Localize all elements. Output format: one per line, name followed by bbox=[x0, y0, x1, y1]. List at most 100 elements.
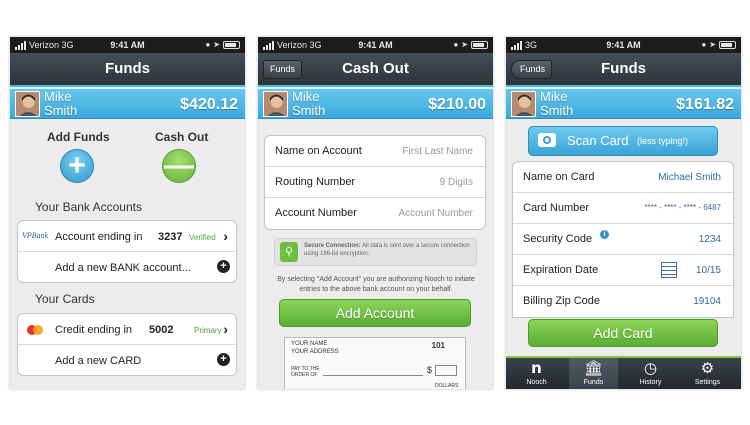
balance: $210.00 bbox=[428, 96, 486, 113]
name-on-card-field[interactable]: Name on Card Michael Smith bbox=[513, 162, 733, 193]
billing-zip-input[interactable]: 19104 bbox=[693, 296, 721, 307]
mastercard-icon bbox=[27, 325, 43, 335]
minus-icon: — bbox=[164, 149, 194, 182]
add-funds-button[interactable]: + bbox=[60, 149, 94, 183]
routing-number-input[interactable]: 9 Digits bbox=[440, 177, 473, 188]
page-title: Funds bbox=[105, 60, 150, 77]
user-bar: Mike Smith $161.82 bbox=[506, 89, 741, 119]
name-on-account-input[interactable]: First Last Name bbox=[402, 146, 473, 157]
bank-accounts-heading: Your Bank Accounts bbox=[35, 200, 142, 214]
billing-zip-field[interactable]: Billing Zip Code 19104 bbox=[513, 286, 733, 317]
status-bar: 3G 9:41 AM ● ➤ bbox=[506, 37, 741, 53]
page-title: Cash Out bbox=[342, 60, 409, 77]
scan-card-label: Scan Card bbox=[567, 133, 629, 148]
account-number-field[interactable]: Account Number Account Number bbox=[265, 198, 485, 229]
user-bar: Mike Smith $210.00 bbox=[258, 89, 493, 119]
expiration-date-input[interactable]: 10/15 bbox=[696, 265, 721, 276]
balance: $161.82 bbox=[676, 96, 734, 113]
bank-form: Name on Account First Last Name Routing N… bbox=[264, 135, 486, 230]
scan-card-button[interactable]: Scan Card (less typing!) bbox=[528, 126, 718, 156]
lock-icon: ⚲ bbox=[280, 242, 298, 262]
status-bar: Verizon 3G 9:41 AM ● ➤ bbox=[258, 37, 493, 53]
add-funds-label: Add Funds bbox=[47, 130, 110, 144]
check-name: YOUR NAME bbox=[291, 341, 328, 347]
routing-number-field[interactable]: Routing Number 9 Digits bbox=[265, 167, 485, 198]
tab-nooch[interactable]: n Nooch bbox=[512, 358, 561, 389]
avatar bbox=[15, 91, 40, 117]
chevron-right-icon: › bbox=[223, 228, 228, 244]
add-card-screen: 3G 9:41 AM ● ➤ Funds Funds Mike Smith $161… bbox=[506, 37, 741, 389]
lock-icon: ● bbox=[453, 40, 459, 49]
location-icon: ➤ bbox=[709, 40, 716, 49]
secure-connection-notice: ⚲ Secure Connection: All data is sent ov… bbox=[274, 238, 477, 266]
user-name: Mike Smith bbox=[44, 89, 78, 118]
battery-icon bbox=[223, 41, 240, 49]
security-code-input[interactable]: 1234 bbox=[699, 234, 721, 245]
cards-list: Credit ending in 5002 Primary › Add a ne… bbox=[17, 313, 237, 376]
add-account-button[interactable]: Add Account bbox=[279, 299, 471, 327]
back-button[interactable]: Funds bbox=[263, 60, 303, 79]
name-on-account-field[interactable]: Name on Account First Last Name bbox=[265, 136, 485, 167]
account-number: 3237 bbox=[158, 231, 183, 243]
funds-screen: Verizon 3G 9:41 AM ● ➤ Funds Mike Smith $4… bbox=[10, 37, 245, 389]
clock-icon: ◷ bbox=[643, 360, 658, 377]
lock-icon: ● bbox=[205, 40, 211, 49]
scan-card-hint: (less typing!) bbox=[637, 136, 689, 146]
account-number-input[interactable]: Account Number bbox=[399, 208, 473, 219]
authorization-text: By selecting "Add Account" you are autho… bbox=[277, 276, 475, 293]
avatar bbox=[263, 91, 288, 117]
check-number: 101 bbox=[431, 341, 445, 350]
bank-logo: VPBank bbox=[22, 231, 49, 240]
nooch-icon: n bbox=[531, 359, 542, 377]
status-bar: Verizon 3G 9:41 AM ● ➤ bbox=[10, 37, 245, 53]
check-pay-to: PAY TO THE ORDER OF bbox=[291, 366, 320, 378]
card-number-field[interactable]: Card Number **** - **** - **** - 6487 bbox=[513, 193, 733, 224]
avatar bbox=[511, 91, 536, 117]
cash-out-label: Cash Out bbox=[155, 130, 209, 144]
add-card-label: Add a new CARD bbox=[55, 355, 142, 367]
secure-title: Secure Connection: bbox=[304, 243, 361, 249]
location-icon: ➤ bbox=[461, 40, 468, 49]
credit-label: Credit ending in bbox=[55, 324, 133, 336]
add-circle-icon: + bbox=[217, 353, 230, 366]
security-code-field[interactable]: Security Code i 1234 bbox=[513, 224, 733, 255]
back-button[interactable]: Funds bbox=[511, 60, 553, 79]
check-dollar-sign: $ bbox=[427, 365, 433, 375]
bank-account-row[interactable]: VPBank Account ending in 3237 Verified › bbox=[18, 221, 236, 252]
add-card-row[interactable]: Add a new CARD + bbox=[18, 345, 236, 375]
nav-bar: Funds Cash Out bbox=[258, 53, 493, 87]
bank-icon: 🏛 bbox=[583, 360, 604, 377]
cash-out-screen: Verizon 3G 9:41 AM ● ➤ Funds Cash Out Mik… bbox=[258, 37, 493, 389]
plus-icon: + bbox=[68, 149, 86, 182]
nav-bar: Funds Funds bbox=[506, 53, 741, 87]
calendar-icon[interactable] bbox=[661, 262, 677, 278]
credit-number: 5002 bbox=[149, 324, 174, 336]
expiration-date-field[interactable]: Expiration Date 10/15 bbox=[513, 255, 733, 286]
credit-card-row[interactable]: Credit ending in 5002 Primary › bbox=[18, 314, 236, 345]
tab-history[interactable]: ◷ History bbox=[626, 358, 675, 389]
check-amount-box bbox=[435, 365, 457, 376]
battery-icon bbox=[719, 41, 736, 49]
sample-check: YOUR NAME YOUR ADDRESS 101 PAY TO THE OR… bbox=[284, 337, 466, 389]
check-address: YOUR ADDRESS bbox=[291, 349, 339, 355]
tab-settings[interactable]: ⚙ Settings bbox=[683, 358, 732, 389]
card-form: Name on Card Michael Smith Card Number ***… bbox=[512, 161, 734, 318]
card-number-input[interactable]: **** - **** - **** - 6487 bbox=[645, 203, 721, 212]
add-bank-row[interactable]: Add a new BANK account... + bbox=[18, 252, 236, 282]
name-on-card-input[interactable]: Michael Smith bbox=[658, 172, 721, 183]
cash-out-button[interactable]: — bbox=[162, 149, 196, 183]
lock-icon: ● bbox=[701, 40, 707, 49]
primary-badge: Primary bbox=[194, 326, 222, 335]
tab-funds[interactable]: 🏛 Funds bbox=[569, 358, 618, 389]
tab-bar: n Nooch 🏛 Funds ◷ History ⚙ Settings bbox=[506, 356, 741, 389]
battery-icon bbox=[471, 41, 488, 49]
info-icon[interactable]: i bbox=[600, 230, 609, 239]
user-name: Mike Smith bbox=[540, 89, 574, 118]
bank-accounts-list: VPBank Account ending in 3237 Verified ›… bbox=[17, 220, 237, 283]
location-icon: ➤ bbox=[213, 40, 220, 49]
cards-heading: Your Cards bbox=[35, 292, 95, 306]
balance: $420.12 bbox=[180, 96, 238, 113]
account-label: Account ending in bbox=[55, 231, 143, 243]
add-card-button[interactable]: Add Card bbox=[528, 319, 718, 347]
check-dollars: DOLLARS bbox=[435, 383, 459, 389]
